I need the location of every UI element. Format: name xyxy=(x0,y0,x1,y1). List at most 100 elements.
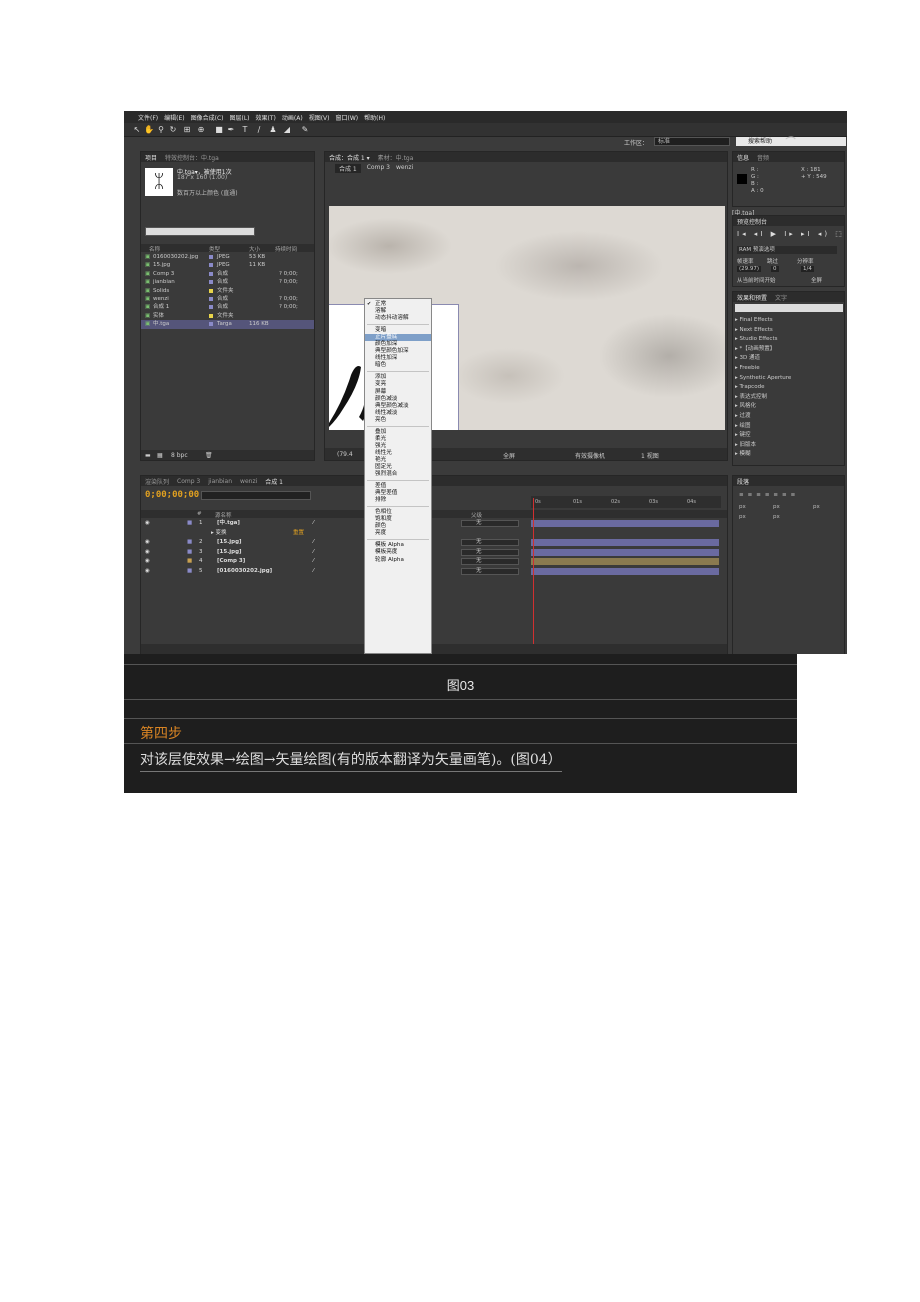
blend-mode-option[interactable]: 柔光 xyxy=(365,436,431,443)
reset-link[interactable]: 重置 xyxy=(293,530,304,537)
rectangle-tool-icon[interactable]: ■ xyxy=(214,125,224,135)
blend-mode-option[interactable]: 强烈混合 xyxy=(365,471,431,478)
blend-mode-option[interactable]: 典型颜色减淡 xyxy=(365,403,431,410)
effect-category[interactable]: ▸ Studio Effects xyxy=(735,335,791,345)
timeline-tab[interactable]: 渲染队列 xyxy=(145,477,169,486)
layer-property-row[interactable]: ▸ 变换 重置 xyxy=(141,529,727,539)
puppet-tool-icon[interactable]: ✎ xyxy=(300,125,310,135)
space-after-field[interactable]: px xyxy=(773,514,780,520)
indent-left-field[interactable]: px xyxy=(739,504,746,510)
blend-mode-option[interactable]: 模板亮度 xyxy=(365,549,431,556)
camera-select[interactable]: 有效摄像机 xyxy=(575,451,605,460)
blend-mode-option[interactable]: 动态抖动溶解 xyxy=(365,315,431,322)
effect-category[interactable]: ▸ 模糊 xyxy=(735,450,791,460)
space-before-field[interactable]: px xyxy=(739,514,746,520)
trash-icon[interactable]: 🗑 xyxy=(205,452,213,459)
project-item-row[interactable]: ▣ 合成 1 合成 ? 0;00; xyxy=(141,303,314,311)
effect-category[interactable]: ▸ *【动画预置】 xyxy=(735,345,791,355)
menu-item[interactable]: 窗口(W) xyxy=(335,113,358,122)
effect-category[interactable]: ▸ Synthetic Aperture xyxy=(735,374,791,384)
col-size[interactable]: 大小 xyxy=(249,245,260,253)
blend-mode-option[interactable]: 亮色 xyxy=(365,417,431,424)
project-item-row[interactable]: ▣ jianbian 合成 ? 0;00; xyxy=(141,278,314,286)
col-duration[interactable]: 持续时间 xyxy=(275,245,297,253)
effect-category[interactable]: ▸ Trapcode xyxy=(735,383,791,393)
playhead[interactable] xyxy=(533,498,534,648)
timeline-tab[interactable]: jianbian xyxy=(208,478,232,485)
parent-select[interactable]: 无 xyxy=(461,567,519,575)
blend-mode-option[interactable]: 屏幕 xyxy=(365,389,431,396)
blend-mode-option[interactable]: 变亮 xyxy=(365,381,431,388)
clone-stamp-tool-icon[interactable]: ♟ xyxy=(268,125,278,135)
col-name[interactable]: 名称 xyxy=(149,245,160,253)
eraser-tool-icon[interactable]: ◢ xyxy=(282,125,292,135)
blend-mode-option[interactable]: 线性光 xyxy=(365,450,431,457)
blend-mode-option[interactable]: 排除 xyxy=(365,497,431,504)
project-item-row[interactable]: ▣ 中.tga Targa 116 KB xyxy=(141,320,314,329)
parent-select[interactable]: 无 xyxy=(461,558,519,565)
time-ruler[interactable]: 0s 01s 02s 03s 04s xyxy=(531,496,721,508)
bpc-setting[interactable]: 8 bpc xyxy=(171,452,188,459)
effect-category[interactable]: ▸ 绘图 xyxy=(735,422,791,432)
effect-category[interactable]: ▸ 键控 xyxy=(735,431,791,441)
project-item-row[interactable]: ▣ 15.jpg JPEG 11 KB xyxy=(141,261,314,269)
timeline-tab[interactable]: wenzi xyxy=(240,478,257,485)
text-tool-icon[interactable]: T xyxy=(240,125,250,135)
visibility-icon[interactable]: ◉ xyxy=(145,568,150,575)
new-folder-icon[interactable]: ▬ xyxy=(145,452,151,459)
menu-item[interactable]: 文件(F) xyxy=(138,113,158,122)
fps-select[interactable]: (29.97) xyxy=(737,266,762,272)
tab-info[interactable]: 信息 xyxy=(737,153,749,162)
rotate-tool-icon[interactable]: ↻ xyxy=(168,125,178,135)
breadcrumb-item[interactable]: wenzi xyxy=(396,164,413,173)
blend-mode-option[interactable]: 轮廓 Alpha xyxy=(365,557,431,564)
blend-mode-option[interactable]: 艳光 xyxy=(365,457,431,464)
switch-icon[interactable]: ⁄ xyxy=(313,539,314,546)
tab-paragraph[interactable]: 段落 xyxy=(737,477,749,486)
skip-select[interactable]: 0 xyxy=(771,266,779,272)
pen-tool-icon[interactable]: ✒ xyxy=(226,125,236,135)
effects-search-input[interactable] xyxy=(735,304,843,312)
project-item-row[interactable]: ▣ wenzi 合成 ? 0;00; xyxy=(141,295,314,303)
project-item-row[interactable]: ▣ Comp 3 合成 ? 0;00; xyxy=(141,270,314,278)
project-item-row[interactable]: ▣ Solids 文件夹 xyxy=(141,287,314,295)
tab-effects-presets[interactable]: 效果和预置 xyxy=(737,293,767,302)
project-search-input[interactable] xyxy=(145,227,255,236)
effect-category[interactable]: ▸ Next Effects xyxy=(735,326,791,336)
project-item-row[interactable]: ▣ 实体 文件夹 xyxy=(141,312,314,320)
blend-mode-option[interactable]: 正常 xyxy=(365,301,431,308)
selection-tool-icon[interactable]: ↖ xyxy=(132,125,142,135)
menu-item[interactable]: 视图(V) xyxy=(309,113,330,122)
effect-category[interactable]: ▸ Final Effects xyxy=(735,316,791,326)
visibility-icon[interactable]: ◉ xyxy=(145,549,150,556)
layer-row[interactable]: ◉ ■ 2 [15.jpg] ⁄ 无 xyxy=(141,538,727,548)
fullscreen-checkbox[interactable]: 全屏 xyxy=(811,276,822,284)
layer-row[interactable]: ◉ ■ 3 [15.jpg] ⁄ 无 xyxy=(141,548,727,558)
layer-duration-bar[interactable] xyxy=(531,567,719,575)
parent-select[interactable]: 无 xyxy=(461,548,519,556)
menu-item[interactable]: 图层(L) xyxy=(230,113,250,122)
zoom-tool-icon[interactable]: ⚲ xyxy=(156,125,166,135)
effect-category[interactable]: ▸ Freebie xyxy=(735,364,791,374)
ram-preview-options[interactable]: RAM 预演选项 xyxy=(737,246,837,254)
playback-controls[interactable]: I◂ ◂I ▶ I▸ ▸I ◂) ⬚ xyxy=(737,230,844,238)
camera-tool-icon[interactable]: ⊞ xyxy=(182,125,192,135)
brush-tool-icon[interactable]: ∕ xyxy=(254,125,264,135)
layer-row[interactable]: ◉ ■ 4 [Comp 3] ⁄ 无 xyxy=(141,557,727,567)
menu-item[interactable]: 图像合成(C) xyxy=(191,113,224,122)
new-comp-icon[interactable]: ▦ xyxy=(157,452,163,459)
tab-composition[interactable]: 合成：合成 1 ▾ xyxy=(329,153,370,162)
indent-first-field[interactable]: px xyxy=(813,504,820,510)
tab-footage[interactable]: 素材：中.tga xyxy=(378,153,414,162)
parent-select[interactable]: 无 xyxy=(461,520,519,527)
col-type[interactable]: 类型 xyxy=(209,245,220,253)
menu-item[interactable]: 编辑(E) xyxy=(164,113,184,122)
tab-audio[interactable]: 音频 xyxy=(757,153,769,162)
timeline-tab[interactable]: Comp 3 xyxy=(177,478,200,485)
layer-row[interactable]: ◉ ■ 5 [0160030202.jpg] ⁄ 无 xyxy=(141,567,727,577)
effect-category[interactable]: ▸ 过渡 xyxy=(735,412,791,422)
effect-category[interactable]: ▸ 旧版本 xyxy=(735,441,791,451)
blend-mode-option[interactable]: 颜色减淡 xyxy=(365,396,431,403)
visibility-icon[interactable]: ◉ xyxy=(145,558,150,565)
hand-tool-icon[interactable]: ✋ xyxy=(144,125,154,135)
